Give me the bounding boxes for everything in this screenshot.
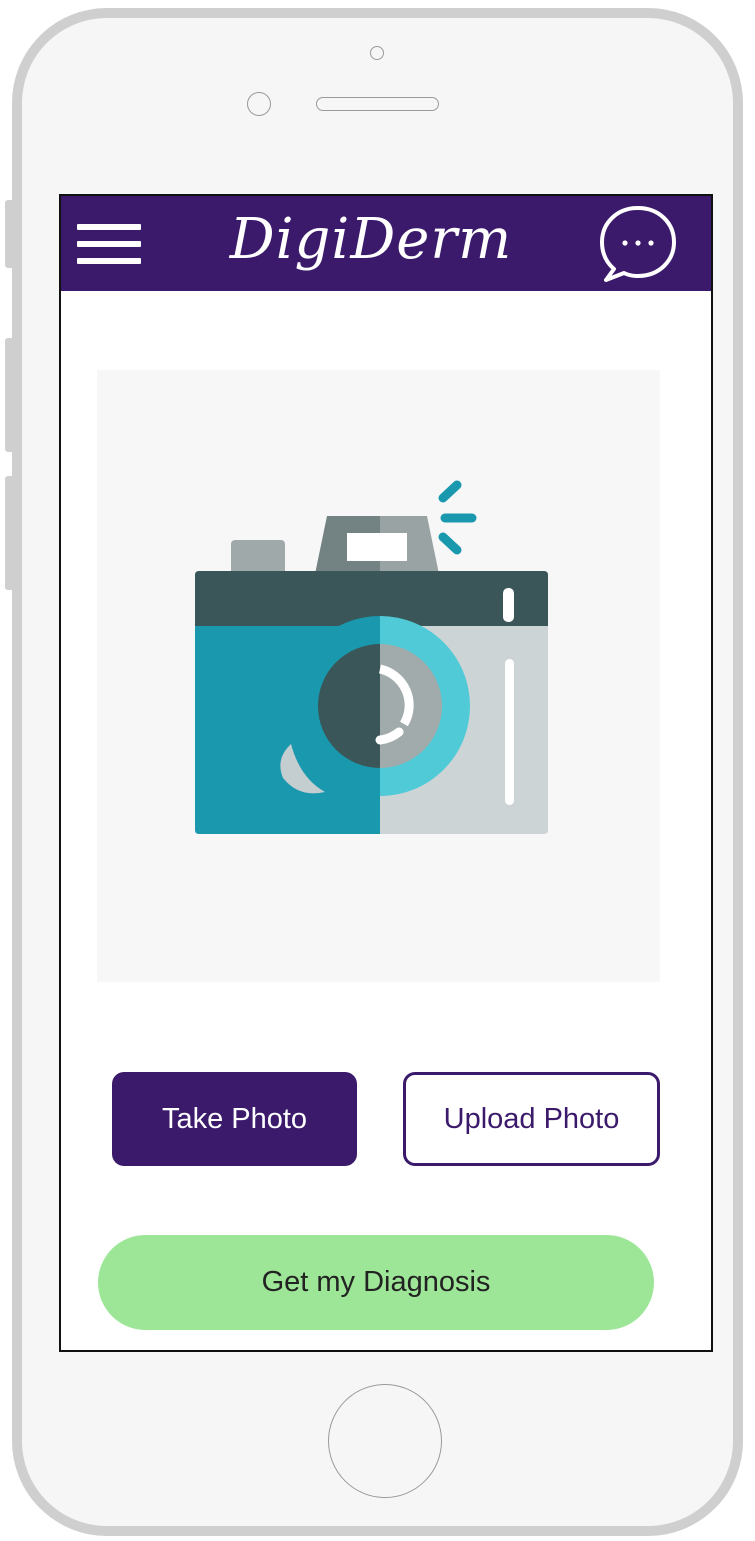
- proximity-sensor: [247, 92, 271, 116]
- camera-icon: [195, 480, 548, 834]
- hamburger-menu-icon[interactable]: [77, 224, 141, 264]
- app-logo: DigiDerm: [229, 207, 513, 272]
- get-diagnosis-button[interactable]: Get my Diagnosis: [98, 1235, 654, 1330]
- upload-photo-button[interactable]: Upload Photo: [403, 1072, 660, 1166]
- front-camera: [370, 46, 384, 60]
- chat-bubble-icon[interactable]: [596, 202, 680, 286]
- take-photo-button[interactable]: Take Photo: [112, 1072, 357, 1166]
- photo-preview-area[interactable]: [97, 370, 660, 982]
- home-button[interactable]: [328, 1384, 442, 1498]
- earpiece-speaker: [316, 97, 439, 111]
- app-screen: DigiDerm Take Photo Upload Photo Get my …: [59, 194, 713, 1352]
- app-header: DigiDerm: [61, 196, 711, 291]
